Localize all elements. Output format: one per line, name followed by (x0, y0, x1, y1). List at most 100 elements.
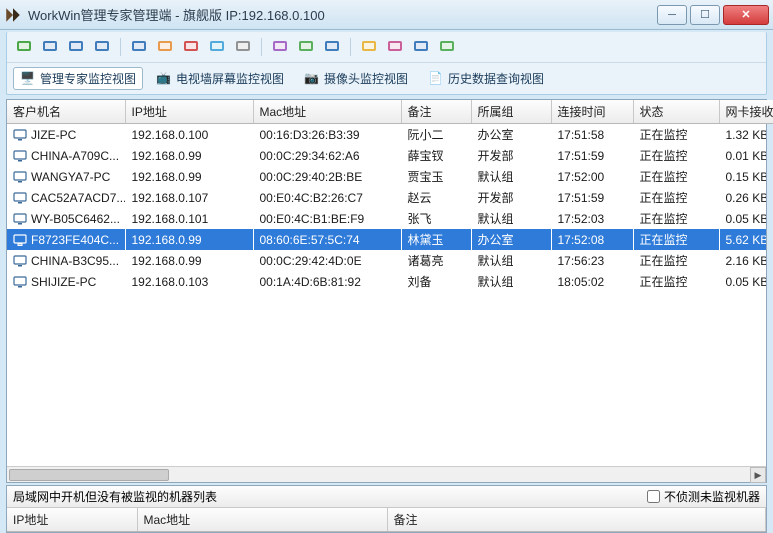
cell-ip: 192.168.0.101 (125, 208, 253, 229)
col-mac[interactable]: Mac地址 (253, 100, 401, 124)
tab-label: 历史数据查询视图 (448, 70, 544, 87)
maximize-button[interactable]: ☐ (690, 5, 720, 25)
user-list-icon[interactable] (13, 36, 35, 58)
table-row[interactable]: SHIJIZE-PC192.168.0.10300:1A:4D:6B:81:92… (7, 271, 766, 292)
cell-mac: 00:16:D3:26:B3:39 (253, 124, 401, 145)
camera-icon[interactable] (269, 36, 291, 58)
view-tab-2[interactable]: 📷摄像头监控视图 (297, 67, 415, 90)
cell-time: 17:52:03 (551, 208, 633, 229)
scroll-right-arrow[interactable]: ▶ (750, 467, 766, 483)
cell-mac: 00:1A:4D:6B:81:92 (253, 271, 401, 292)
cell-net: 0.01 KB/ (719, 145, 766, 166)
gear-icon[interactable] (232, 36, 254, 58)
table-row[interactable]: WY-B05C6462...192.168.0.10100:E0:4C:B1:B… (7, 208, 766, 229)
titlebar: WorkWin管理专家管理端 - 旗舰版 IP:192.168.0.100 ─ … (0, 0, 773, 30)
close-button[interactable]: ✕ (723, 5, 769, 25)
view-tab-0[interactable]: 🖥️管理专家监控视图 (13, 67, 143, 90)
cell-status: 正在监控 (633, 229, 719, 250)
refresh-icon[interactable] (206, 36, 228, 58)
grid-header: 客户机名 IP地址 Mac地址 备注 所属组 连接时间 状态 网卡接收 (7, 100, 773, 124)
cell-net: 0.05 KB/ (719, 208, 766, 229)
report-icon[interactable] (384, 36, 406, 58)
cell-net: 0.05 KB/ (719, 271, 766, 292)
no-detect-checkbox[interactable]: 不侦测未监视机器 (647, 488, 760, 505)
cell-name: SHIJIZE-PC (7, 271, 125, 292)
col-remark[interactable]: 备注 (401, 100, 471, 124)
cell-group: 默认组 (471, 271, 551, 292)
user-icon[interactable] (410, 36, 432, 58)
scrollbar-thumb[interactable] (9, 469, 169, 481)
unmonitored-panel: 局域网中开机但没有被监视的机器列表 不侦测未监视机器 IP地址 Mac地址 备注 (6, 485, 767, 533)
shutdown-icon[interactable] (180, 36, 202, 58)
col-net[interactable]: 网卡接收 (719, 100, 773, 124)
screen-2-icon[interactable] (91, 36, 113, 58)
cell-group: 默认组 (471, 208, 551, 229)
globe-icon[interactable] (321, 36, 343, 58)
cell-ip: 192.168.0.103 (125, 271, 253, 292)
main-toolbar (7, 32, 766, 63)
cell-time: 18:05:02 (551, 271, 633, 292)
file-transfer-icon[interactable] (128, 36, 150, 58)
screen-1-icon[interactable] (65, 36, 87, 58)
col-client-name[interactable]: 客户机名 (7, 100, 125, 124)
cell-mac: 00:E0:4C:B1:BE:F9 (253, 208, 401, 229)
table-row[interactable]: WANGYA7-PC192.168.0.9900:0C:29:40:2B:BE贾… (7, 166, 766, 187)
network-icon[interactable] (295, 36, 317, 58)
cell-remark: 刘备 (401, 271, 471, 292)
cell-mac: 00:0C:29:34:62:A6 (253, 145, 401, 166)
table-row[interactable]: CHINA-B3C95...192.168.0.9900:0C:29:42:4D… (7, 250, 766, 271)
cell-name: WANGYA7-PC (7, 166, 125, 187)
cell-status: 正在监控 (633, 208, 719, 229)
help-icon[interactable] (436, 36, 458, 58)
app-run-icon[interactable] (358, 36, 380, 58)
cell-time: 17:51:59 (551, 187, 633, 208)
cell-group: 开发部 (471, 187, 551, 208)
cell-name: F8723FE404C... (7, 229, 125, 250)
tab-label: 电视墙屏幕监控视图 (176, 70, 284, 87)
cell-time: 17:52:00 (551, 166, 633, 187)
cell-remark: 诸葛亮 (401, 250, 471, 271)
col-time[interactable]: 连接时间 (551, 100, 633, 124)
view-tabbar: 🖥️管理专家监控视图 📺电视墙屏幕监控视图 📷摄像头监控视图 📄历史数据查询视图 (7, 63, 766, 94)
cell-net: 5.62 KB/ (719, 229, 766, 250)
view-tab-3[interactable]: 📄历史数据查询视图 (421, 67, 551, 90)
cell-net: 1.32 KB/ (719, 124, 766, 145)
view-tab-1[interactable]: 📺电视墙屏幕监控视图 (149, 67, 291, 90)
cell-time: 17:52:08 (551, 229, 633, 250)
cell-time: 17:56:23 (551, 250, 633, 271)
cell-status: 正在监控 (633, 145, 719, 166)
table-row[interactable]: CHINA-A709C...192.168.0.9900:0C:29:34:62… (7, 145, 766, 166)
cell-net: 0.26 KB/ (719, 187, 766, 208)
toolbar-panel: 🖥️管理专家监控视图 📺电视墙屏幕监控视图 📷摄像头监控视图 📄历史数据查询视图 (6, 32, 767, 95)
table-row[interactable]: JIZE-PC192.168.0.10000:16:D3:26:B3:39阮小二… (7, 124, 766, 145)
cell-net: 0.15 KB/ (719, 166, 766, 187)
cell-mac: 00:0C:29:42:4D:0E (253, 250, 401, 271)
col-ip[interactable]: IP地址 (125, 100, 253, 124)
table-row[interactable]: CAC52A7ACD7...192.168.0.10700:E0:4C:B2:2… (7, 187, 766, 208)
cell-ip: 192.168.0.100 (125, 124, 253, 145)
cell-status: 正在监控 (633, 166, 719, 187)
folder-sync-icon[interactable] (154, 36, 176, 58)
cell-group: 办公室 (471, 124, 551, 145)
table-row[interactable]: F8723FE404C...192.168.0.9908:60:6E:57:5C… (7, 229, 766, 250)
cell-remark: 薛宝钗 (401, 145, 471, 166)
minimize-button[interactable]: ─ (657, 5, 687, 25)
cell-status: 正在监控 (633, 124, 719, 145)
cell-time: 17:51:59 (551, 145, 633, 166)
col-status[interactable]: 状态 (633, 100, 719, 124)
tab-icon-3: 📄 (428, 71, 444, 87)
horizontal-scrollbar[interactable]: ▶ (7, 466, 766, 482)
window-title: WorkWin管理专家管理端 - 旗舰版 IP:192.168.0.100 (28, 5, 657, 24)
screen-grid-icon[interactable] (39, 36, 61, 58)
cell-ip: 192.168.0.99 (125, 250, 253, 271)
cell-name: CAC52A7ACD7... (7, 187, 125, 208)
col-group[interactable]: 所属组 (471, 100, 551, 124)
client-grid: 客户机名 IP地址 Mac地址 备注 所属组 连接时间 状态 网卡接收 JIZE… (6, 99, 767, 483)
cell-name: CHINA-B3C95... (7, 250, 125, 271)
cell-status: 正在监控 (633, 271, 719, 292)
cell-name: CHINA-A709C... (7, 145, 125, 166)
cell-remark: 贾宝玉 (401, 166, 471, 187)
cell-ip: 192.168.0.99 (125, 166, 253, 187)
cell-remark: 赵云 (401, 187, 471, 208)
no-detect-input[interactable] (647, 490, 660, 503)
